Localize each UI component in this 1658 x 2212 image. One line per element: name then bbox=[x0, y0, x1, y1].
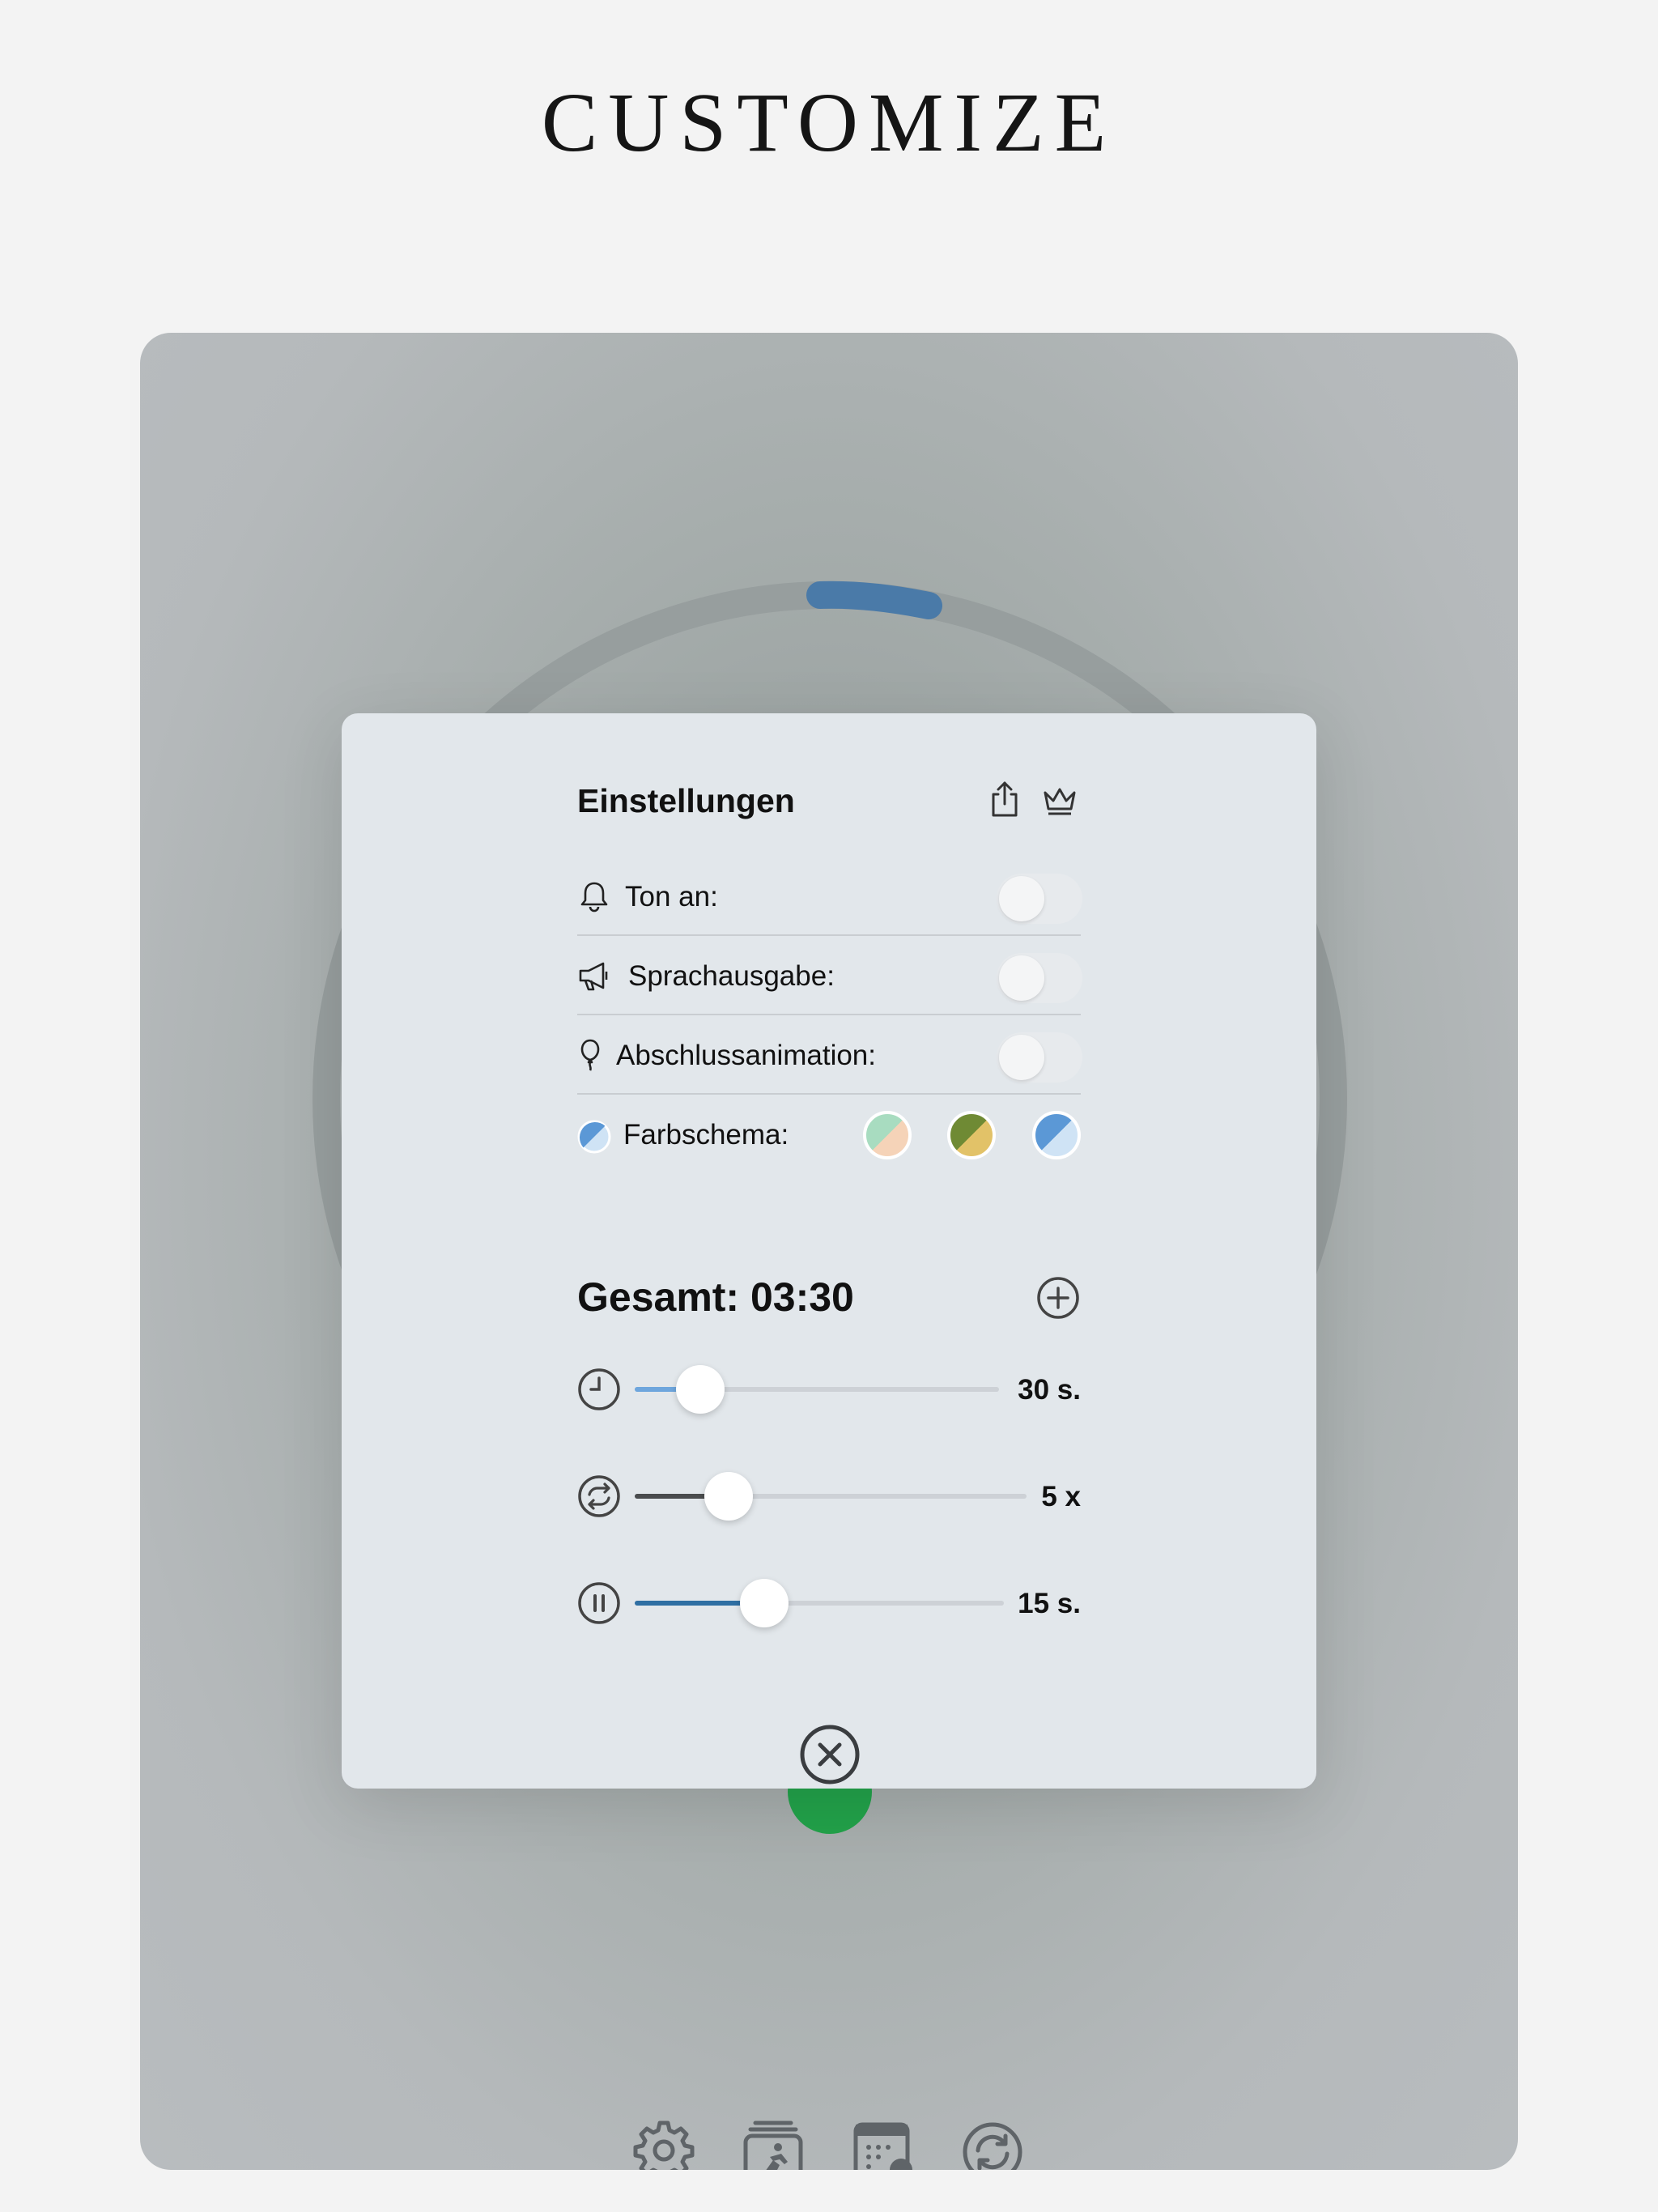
row-voice: Sprachausgabe: bbox=[577, 936, 1082, 1015]
row-label: Sprachausgabe: bbox=[628, 960, 835, 992]
megaphone-icon bbox=[579, 962, 608, 991]
pause-icon bbox=[578, 1582, 620, 1624]
calendar-icon[interactable] bbox=[851, 2118, 916, 2170]
animation-toggle[interactable] bbox=[997, 1032, 1082, 1083]
toggle-knob bbox=[999, 876, 1044, 921]
rounds-value: 5 x bbox=[1041, 1481, 1081, 1512]
repeat-icon bbox=[578, 1475, 620, 1517]
rounds-thumb[interactable] bbox=[704, 1472, 753, 1521]
gear-icon[interactable] bbox=[631, 2118, 696, 2170]
work-track[interactable] bbox=[635, 1365, 999, 1414]
swatch-mint[interactable] bbox=[863, 1111, 912, 1159]
voice-toggle[interactable] bbox=[997, 953, 1082, 1003]
rest-thumb[interactable] bbox=[740, 1579, 789, 1627]
reset-icon[interactable] bbox=[960, 2118, 1025, 2170]
bell-icon bbox=[580, 882, 608, 912]
sound-toggle[interactable] bbox=[997, 874, 1082, 924]
toggle-knob bbox=[999, 1035, 1044, 1080]
slider-work: 30 s. bbox=[577, 1361, 1081, 1418]
row-label: Abschlussanimation: bbox=[616, 1040, 876, 1071]
rounds-track[interactable] bbox=[635, 1472, 1027, 1521]
row-label: Ton an: bbox=[625, 881, 718, 912]
bottom-toolbar bbox=[140, 2118, 1518, 2170]
work-thumb[interactable] bbox=[676, 1365, 725, 1414]
balloon-icon bbox=[580, 1039, 600, 1071]
work-value: 30 s. bbox=[1018, 1374, 1081, 1406]
swatch-olive[interactable] bbox=[947, 1111, 996, 1159]
headline: CUSTOMIZE bbox=[541, 76, 1117, 169]
app-screenshot: Einstellungen Ton an: Sprachausgabe: Abs… bbox=[140, 333, 1518, 2170]
close-icon[interactable] bbox=[799, 1724, 861, 1785]
slider-rounds: 5 x bbox=[577, 1468, 1081, 1525]
share-icon[interactable] bbox=[985, 780, 1024, 819]
rest-value: 15 s. bbox=[1018, 1588, 1081, 1619]
row-animation: Abschlussanimation: bbox=[577, 1015, 1082, 1095]
total-time: Gesamt: 03:30 bbox=[577, 1274, 854, 1320]
workout-list-icon[interactable] bbox=[741, 2118, 806, 2170]
add-icon[interactable] bbox=[1035, 1275, 1081, 1321]
settings-panel: Einstellungen Ton an: Sprachausgabe: Abs… bbox=[342, 713, 1316, 1789]
swatch-blue[interactable] bbox=[1032, 1111, 1081, 1159]
clock-icon bbox=[578, 1368, 620, 1410]
row-label: Farbschema: bbox=[623, 1119, 789, 1151]
row-sound: Ton an: bbox=[577, 857, 1082, 936]
panel-title: Einstellungen bbox=[577, 782, 795, 819]
crown-icon[interactable] bbox=[1040, 780, 1079, 819]
color-scheme-icon bbox=[577, 1120, 611, 1154]
rest-track[interactable] bbox=[635, 1579, 1004, 1627]
toggle-knob bbox=[999, 955, 1044, 1001]
slider-rest: 15 s. bbox=[577, 1575, 1081, 1631]
row-color-scheme: Farbschema: bbox=[577, 1095, 1081, 1174]
